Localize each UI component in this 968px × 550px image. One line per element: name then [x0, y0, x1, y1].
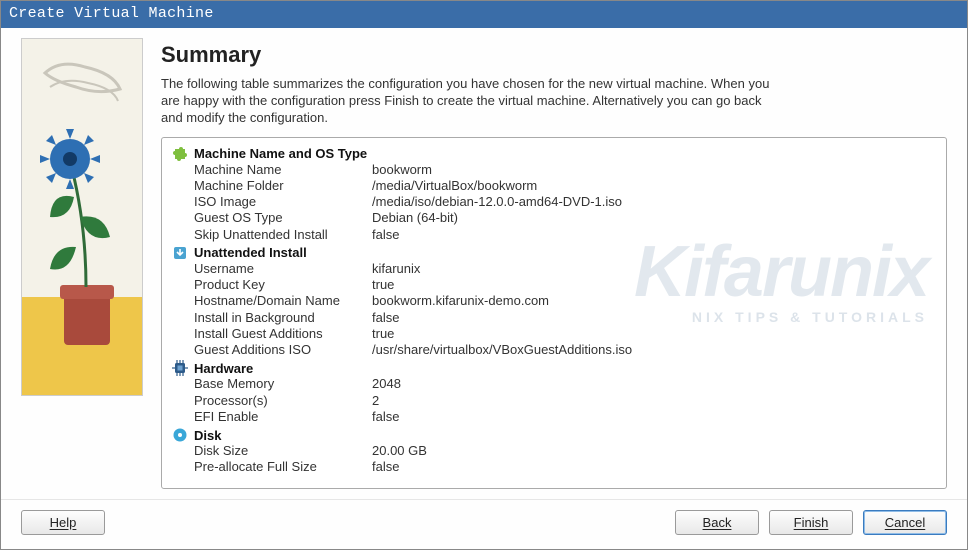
kv-key: Guest OS Type [172, 210, 372, 226]
kv-key: Hostname/Domain Name [172, 293, 372, 309]
kv-row: Disk Size20.00 GB [172, 443, 936, 459]
page-title: Summary [161, 42, 947, 68]
kv-row: Guest Additions ISO/usr/share/virtualbox… [172, 342, 936, 358]
right-buttons: Back Finish Cancel [675, 510, 947, 535]
kv-row: Hostname/Domain Namebookworm.kifarunix-d… [172, 293, 936, 309]
kv-val: kifarunix [372, 261, 936, 277]
chip-icon [172, 360, 188, 376]
back-label: Back [703, 515, 732, 530]
kv-key: Base Memory [172, 376, 372, 392]
kv-key: Product Key [172, 277, 372, 293]
kv-key: Machine Folder [172, 178, 372, 194]
window-title: Create Virtual Machine [1, 1, 967, 28]
kv-key: Username [172, 261, 372, 277]
kv-key: Install in Background [172, 310, 372, 326]
cancel-label: Cancel [885, 515, 925, 530]
kv-val: bookworm [372, 162, 936, 178]
kv-row: Usernamekifarunix [172, 261, 936, 277]
kv-val: false [372, 227, 936, 243]
main-column: Summary The following table summarizes t… [161, 38, 947, 489]
kv-key: Guest Additions ISO [172, 342, 372, 358]
kv-val: 2048 [372, 376, 936, 392]
kv-key: Install Guest Additions [172, 326, 372, 342]
kv-val: 2 [372, 393, 936, 409]
kv-key: ISO Image [172, 194, 372, 210]
page-description: The following table summarizes the confi… [161, 76, 781, 127]
kv-val: /media/iso/debian-12.0.0-amd64-DVD-1.iso [372, 194, 936, 210]
kv-key: EFI Enable [172, 409, 372, 425]
kv-row: EFI Enablefalse [172, 409, 936, 425]
wizard-illustration [21, 38, 143, 396]
cancel-button[interactable]: Cancel [863, 510, 947, 535]
kv-key: Machine Name [172, 162, 372, 178]
kv-row: Skip Unattended Installfalse [172, 227, 936, 243]
back-button[interactable]: Back [675, 510, 759, 535]
install-icon [172, 245, 188, 261]
kv-val: 20.00 GB [372, 443, 936, 459]
section-disk-title: Disk [194, 428, 221, 443]
kv-row: Machine Folder/media/VirtualBox/bookworm [172, 178, 936, 194]
kv-row: Base Memory2048 [172, 376, 936, 392]
disk-icon [172, 427, 188, 443]
kv-key: Pre-allocate Full Size [172, 459, 372, 475]
kv-val: /usr/share/virtualbox/VBoxGuestAdditions… [372, 342, 936, 358]
kv-val: true [372, 277, 936, 293]
kv-row: Guest OS TypeDebian (64-bit) [172, 210, 936, 226]
puzzle-icon [172, 146, 188, 162]
finish-label: Finish [794, 515, 829, 530]
kv-row: Processor(s)2 [172, 393, 936, 409]
kv-val: /media/VirtualBox/bookworm [372, 178, 936, 194]
summary-box: Machine Name and OS Type Machine Nameboo… [161, 137, 947, 489]
kv-val: bookworm.kifarunix-demo.com [372, 293, 936, 309]
kv-val: false [372, 310, 936, 326]
wizard-body: Summary The following table summarizes t… [1, 28, 967, 549]
kv-row: Product Keytrue [172, 277, 936, 293]
kv-key: Processor(s) [172, 393, 372, 409]
kv-val: true [372, 326, 936, 342]
kv-row: ISO Image/media/iso/debian-12.0.0-amd64-… [172, 194, 936, 210]
section-disk-header: Disk [172, 427, 936, 443]
kv-val: false [372, 459, 936, 475]
section-hardware-title: Hardware [194, 361, 253, 376]
section-machine-title: Machine Name and OS Type [194, 146, 367, 161]
plant-illustration-icon [22, 39, 143, 396]
kv-row: Install in Backgroundfalse [172, 310, 936, 326]
help-button[interactable]: Help [21, 510, 105, 535]
section-hardware-header: Hardware [172, 360, 936, 376]
section-unattended-title: Unattended Install [194, 245, 307, 260]
help-label: Help [50, 515, 77, 530]
section-machine-header: Machine Name and OS Type [172, 146, 936, 162]
kv-row: Install Guest Additionstrue [172, 326, 936, 342]
kv-val: Debian (64-bit) [372, 210, 936, 226]
wizard-window: Create Virtual Machine [0, 0, 968, 550]
kv-key: Disk Size [172, 443, 372, 459]
button-bar: Help Back Finish Cancel [1, 499, 967, 549]
kv-row: Pre-allocate Full Sizefalse [172, 459, 936, 475]
section-unattended-header: Unattended Install [172, 245, 936, 261]
kv-key: Skip Unattended Install [172, 227, 372, 243]
content-row: Summary The following table summarizes t… [1, 28, 967, 499]
finish-button[interactable]: Finish [769, 510, 853, 535]
kv-row: Machine Namebookworm [172, 162, 936, 178]
kv-val: false [372, 409, 936, 425]
